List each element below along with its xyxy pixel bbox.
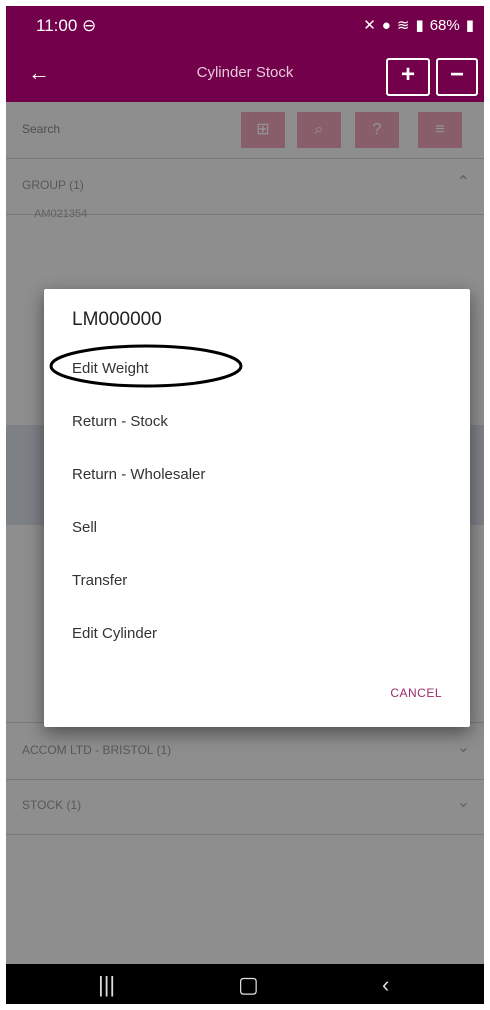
battery-icon: ▮ <box>465 17 474 34</box>
status-icons: ✕ ● ≋ ▮ 68% ▮ <box>363 16 474 35</box>
home-icon[interactable]: ▢ <box>238 972 259 998</box>
battery-level: 68% <box>429 16 460 34</box>
sell-option[interactable]: Sell <box>72 519 97 536</box>
status-bar: 11:00 ⊖ ✕ ● ≋ ▮ 68% ▮ <box>6 6 484 46</box>
recent-apps-icon[interactable]: ||| <box>98 972 115 998</box>
navigation-bar: ||| ▢ ‹ <box>6 964 484 1004</box>
cancel-button[interactable]: CANCEL <box>390 686 442 700</box>
edit-cylinder-option[interactable]: Edit Cylinder <box>72 625 157 642</box>
signal-icon: ▮ <box>415 17 424 34</box>
mute-icon: ✕ <box>363 17 376 34</box>
annotation-circle <box>49 344 243 388</box>
dialog-title: LM000000 <box>72 309 162 330</box>
back-icon[interactable]: ‹ <box>382 972 389 998</box>
app-bar: ← Cylinder Stock + − <box>6 46 484 102</box>
return-stock-option[interactable]: Return - Stock <box>72 413 168 430</box>
add-button[interactable]: + <box>386 58 430 96</box>
phone-screen: 11:00 ⊖ ✕ ● ≋ ▮ 68% ▮ ← Cylinder Stock +… <box>6 6 484 1004</box>
wifi-icon: ≋ <box>396 17 410 34</box>
location-icon: ● <box>381 16 391 34</box>
transfer-option[interactable]: Transfer <box>72 572 127 589</box>
return-wholesaler-option[interactable]: Return - Wholesaler <box>72 466 205 483</box>
remove-button[interactable]: − <box>436 58 478 96</box>
status-time: 11:00 ⊖ <box>36 16 97 35</box>
